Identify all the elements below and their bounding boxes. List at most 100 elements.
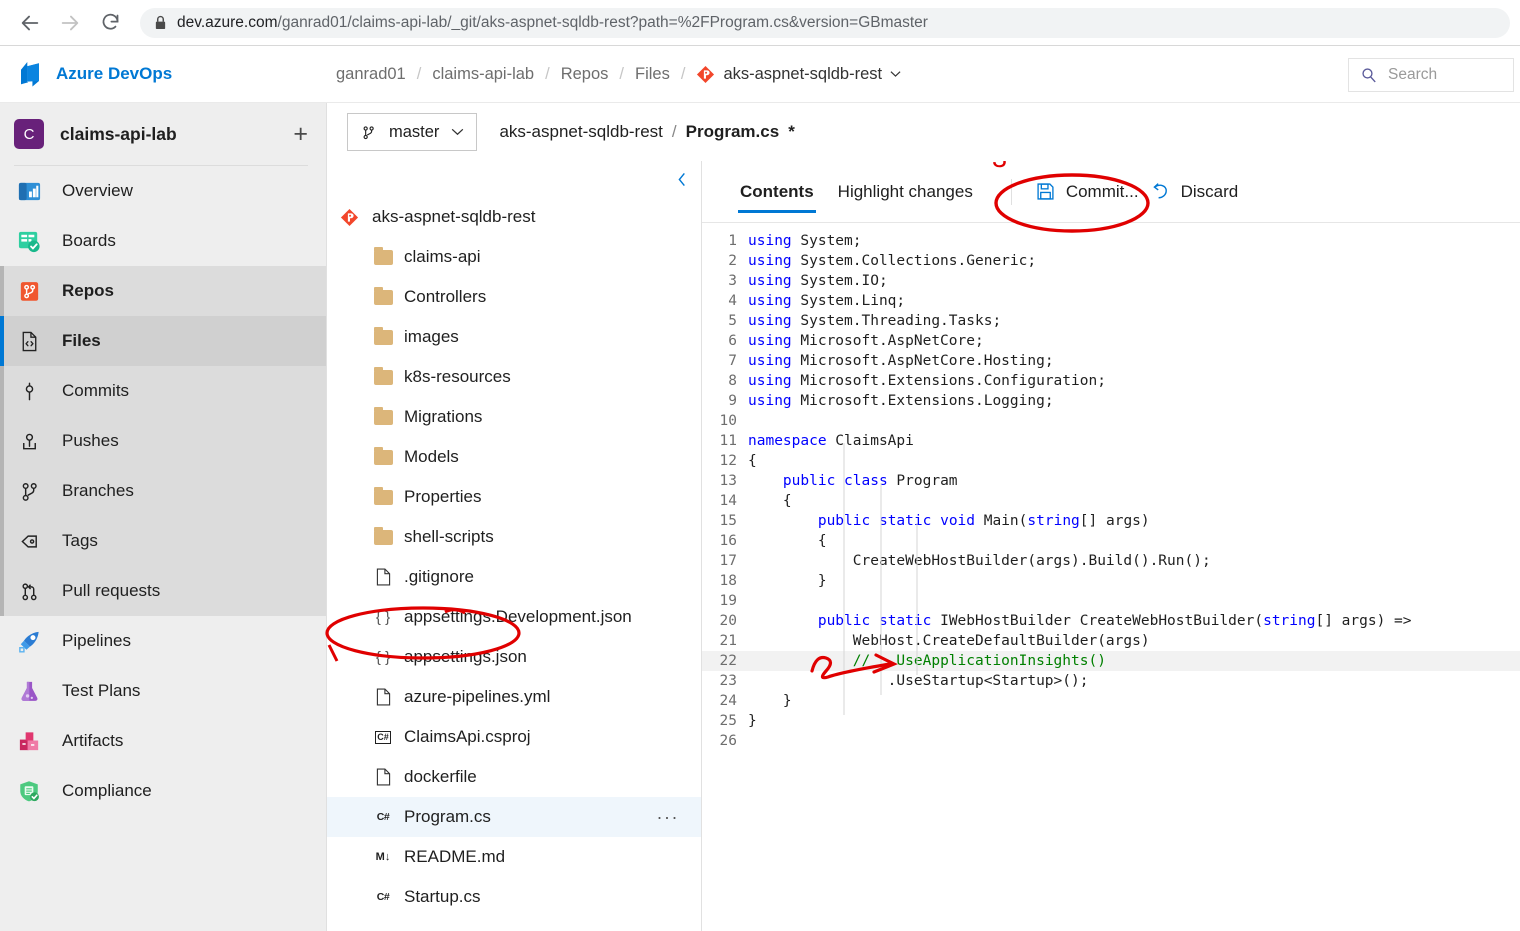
sidebar-item-pull-requests[interactable]: Pull requests: [0, 566, 326, 616]
code-line: 12 {: [702, 451, 1520, 471]
sidebar-item-label: Tags: [62, 531, 98, 550]
chevron-down-icon: [452, 128, 464, 136]
tree-item-label: k8s-resources: [404, 367, 511, 386]
collapse-tree-button[interactable]: [327, 161, 701, 197]
tree-item-folder[interactable]: Migrations: [327, 397, 701, 437]
sidebar-item-overview[interactable]: Overview: [0, 166, 326, 216]
code-line: 20 public static IWebHostBuilder CreateW…: [702, 611, 1520, 631]
sidebar-item-pushes[interactable]: Pushes: [0, 416, 326, 466]
tree-item-file[interactable]: { } appsettings.json: [327, 637, 701, 677]
line-number: 26: [719, 733, 737, 749]
breadcrumb-item-repos[interactable]: Repos: [561, 65, 609, 84]
tab-label: Highlight changes: [837, 181, 973, 201]
tree-item-folder[interactable]: claims-api: [327, 237, 701, 277]
url-host: dev.azure.com: [177, 13, 278, 31]
arrow-left-icon: [21, 15, 39, 30]
tree-root-item[interactable]: aks-aspnet-sqldb-rest: [327, 197, 701, 237]
line-number: 16: [719, 533, 737, 549]
code-text: using System.Collections.Generic;: [748, 253, 1037, 269]
tree-item-folder[interactable]: Models: [327, 437, 701, 477]
tree-item-file[interactable]: dockerfile: [327, 757, 701, 797]
tree-item-label: ClaimsApi.csproj: [404, 727, 531, 746]
breadcrumb-item-files[interactable]: Files: [635, 65, 670, 84]
code-lines-container: 1 using System; 2 using System.Collections.…: [702, 231, 1520, 751]
breadcrumb-sep: /: [619, 64, 624, 83]
project-header[interactable]: C claims-api-lab +: [0, 103, 326, 165]
branch-selector[interactable]: master: [347, 113, 478, 151]
sidebar-item-test-plans[interactable]: Test Plans: [0, 666, 326, 716]
code-text: }: [748, 713, 757, 729]
sidebar-item-compliance[interactable]: Compliance: [0, 766, 326, 816]
branch-name: master: [389, 122, 440, 141]
artifacts-icon: [14, 726, 44, 756]
tree-item-label: dockerfile: [404, 767, 477, 786]
line-number: 13: [719, 473, 737, 489]
tab-highlight-changes[interactable]: Highlight changes: [826, 161, 985, 223]
csharp-file-icon: C#: [376, 891, 390, 903]
tree-item-label: appsettings.json: [404, 647, 527, 666]
tree-item-file[interactable]: M↓ README.md: [327, 837, 701, 877]
tree-item-label: Startup.cs: [404, 887, 481, 906]
tree-item-file[interactable]: C# Startup.cs: [327, 877, 701, 917]
discard-button[interactable]: Discard: [1145, 182, 1245, 202]
markdown-file-icon: M↓: [375, 851, 391, 863]
tree-item-file[interactable]: C# ClaimsApi.csproj: [327, 717, 701, 757]
back-button[interactable]: [10, 3, 50, 43]
tree-item-folder[interactable]: k8s-resources: [327, 357, 701, 397]
add-new-button[interactable]: +: [293, 121, 308, 147]
json-file-icon: { }: [375, 608, 391, 626]
code-line: 19: [702, 591, 1520, 611]
chevron-left-icon: [678, 172, 685, 186]
brand-logo[interactable]: Azure DevOps: [0, 61, 327, 88]
line-number: 7: [728, 353, 737, 369]
tree-item-folder[interactable]: images: [327, 317, 701, 357]
line-number: 2: [728, 253, 737, 269]
sidebar-item-repos[interactable]: Repos: [0, 266, 326, 316]
tree-item-folder[interactable]: Controllers: [327, 277, 701, 317]
code-viewer[interactable]: 1 using System; 2 using System.Collections.…: [702, 223, 1520, 751]
sidebar-item-label: Test Plans: [62, 681, 141, 700]
tree-item-file[interactable]: { } appsettings.Development.json: [327, 597, 701, 637]
file-icon: [373, 567, 393, 587]
ellipsis-icon[interactable]: ···: [657, 807, 679, 828]
sidebar-item-boards[interactable]: Boards: [0, 216, 326, 266]
tree-item-file[interactable]: .gitignore: [327, 557, 701, 597]
breadcrumb-item-org[interactable]: ganrad01: [336, 65, 406, 84]
repo-icon: [697, 65, 715, 83]
toolbar-divider: [1010, 178, 1012, 205]
path-repo[interactable]: aks-aspnet-sqldb-rest: [499, 122, 662, 142]
code-text: using Microsoft.AspNetCore;: [748, 333, 984, 349]
sidebar-item-label: Boards: [62, 231, 116, 250]
branch-icon: [363, 125, 374, 139]
folder-icon: [373, 366, 393, 387]
tree-item-label: .gitignore: [404, 567, 474, 586]
sidebar-item-artifacts[interactable]: Artifacts: [0, 716, 326, 766]
forward-button[interactable]: [50, 3, 90, 43]
project-name: claims-api-lab: [60, 123, 177, 144]
commit-button[interactable]: Commit...: [1030, 182, 1145, 202]
sidebar-item-files[interactable]: Files: [0, 316, 326, 366]
tab-contents[interactable]: Contents: [728, 161, 826, 223]
sidebar-item-label: Pushes: [62, 431, 119, 450]
url-bar[interactable]: dev.azure.com/ganrad01/claims-api-lab/_g…: [140, 7, 1510, 38]
reload-button[interactable]: [90, 3, 130, 43]
breadcrumb-repo-name: aks-aspnet-sqldb-rest: [723, 64, 883, 83]
line-number: 9: [728, 393, 737, 409]
tree-item-folder[interactable]: Properties: [327, 477, 701, 517]
tree-item-file[interactable]: azure-pipelines.yml: [327, 677, 701, 717]
path-file: Program.cs: [685, 122, 780, 141]
tree-item-program-cs[interactable]: C# Program.cs ···: [327, 797, 701, 837]
tree-item-folder[interactable]: shell-scripts: [327, 517, 701, 557]
browser-toolbar: dev.azure.com/ganrad01/claims-api-lab/_g…: [0, 0, 1520, 46]
search-input[interactable]: Search: [1348, 58, 1514, 92]
csharp-file-icon: C#: [376, 811, 390, 823]
sidebar-item-pipelines[interactable]: Pipelines: [0, 616, 326, 666]
code-text: .UseStartup<Startup>();: [748, 673, 1089, 689]
sidebar-item-branches[interactable]: Branches: [0, 466, 326, 516]
sidebar-item-commits[interactable]: Commits: [0, 366, 326, 416]
breadcrumb-repo-selector[interactable]: aks-aspnet-sqldb-rest: [696, 65, 901, 84]
sidebar-item-tags[interactable]: Tags: [0, 516, 326, 566]
code-text: using System;: [748, 233, 862, 249]
code-text: {: [748, 533, 827, 549]
breadcrumb-item-project[interactable]: claims-api-lab: [432, 65, 534, 84]
